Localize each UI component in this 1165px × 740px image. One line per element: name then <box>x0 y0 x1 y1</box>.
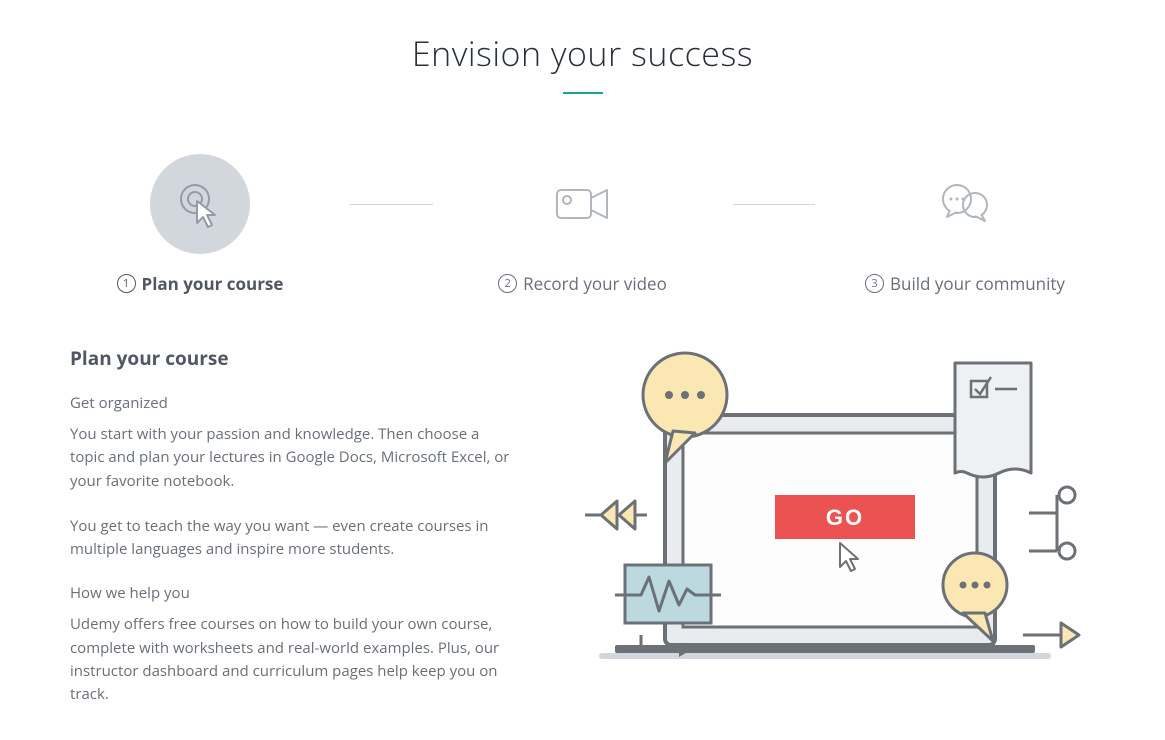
detail-heading: Plan your course <box>70 345 515 371</box>
step-number: 3 <box>865 274 884 293</box>
video-icon <box>533 154 633 254</box>
cursor-icon <box>150 154 250 254</box>
step-divider <box>350 204 433 205</box>
chat-icon <box>915 154 1015 254</box>
step-label-text: Build your community <box>890 272 1065 295</box>
steps-row: 1 Plan your course 2 Record your video <box>70 154 1095 295</box>
detail-paragraph: Udemy offers free courses on how to buil… <box>70 613 515 706</box>
detail-subheading: Get organized <box>70 393 515 413</box>
title-underline <box>563 92 603 94</box>
detail-paragraph: You start with your passion and knowledg… <box>70 423 515 493</box>
detail-paragraph: You get to teach the way you want — even… <box>70 515 515 562</box>
go-button-label: GO <box>826 505 864 530</box>
step-number: 1 <box>117 274 136 293</box>
detail-subheading: How we help you <box>70 583 515 603</box>
step-plan[interactable]: 1 Plan your course <box>70 154 330 295</box>
step-number: 2 <box>498 274 517 293</box>
step-label-text: Record your video <box>523 272 667 295</box>
page-title: Envision your success <box>70 30 1095 76</box>
step-record[interactable]: 2 Record your video <box>453 154 713 295</box>
step-community[interactable]: 3 Build your community <box>835 154 1095 295</box>
step-label-text: Plan your course <box>142 272 284 295</box>
step-divider <box>733 204 816 205</box>
detail-column: Plan your course Get organized You start… <box>70 345 515 728</box>
illustration: GO <box>555 345 1095 728</box>
